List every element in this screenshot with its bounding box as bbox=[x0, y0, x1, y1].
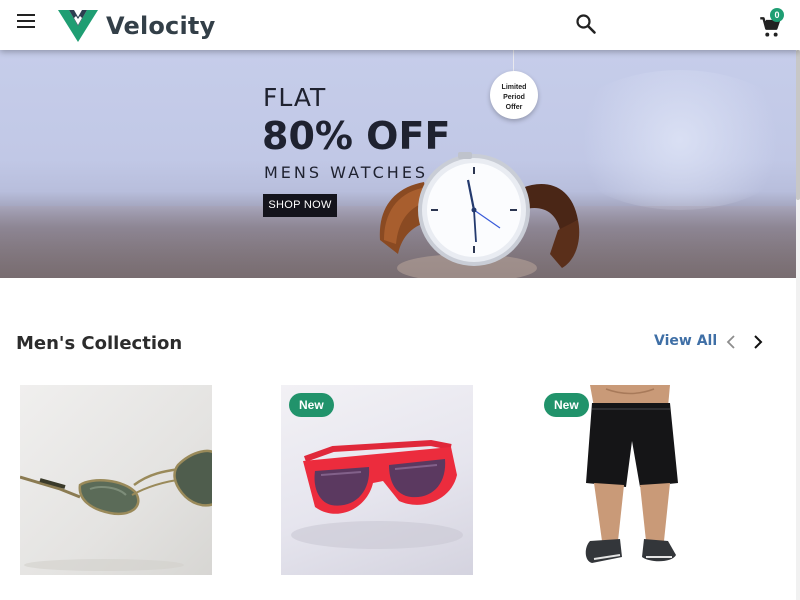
page-scrollbar[interactable] bbox=[796, 50, 800, 600]
new-badge: New bbox=[289, 393, 334, 417]
new-badge: New bbox=[544, 393, 589, 417]
chevron-left-icon[interactable] bbox=[724, 334, 740, 350]
banner-headline-flat: FLAT bbox=[263, 83, 327, 112]
wristwatch-image bbox=[379, 152, 580, 278]
top-app-bar: Velocity 0 bbox=[0, 0, 800, 50]
shop-now-button[interactable]: SHOP NOW bbox=[263, 194, 337, 217]
velocity-logo-icon[interactable] bbox=[58, 8, 98, 42]
promo-banner[interactable]: FLAT 80% OFF MENS WATCHES SHOP NOW Limit… bbox=[0, 50, 796, 278]
product-card-aviator-sunglasses[interactable] bbox=[20, 385, 212, 575]
offer-tag-line: Offer bbox=[505, 104, 523, 111]
aviator-sunglasses-image bbox=[20, 449, 212, 571]
view-all-link[interactable]: View All bbox=[654, 333, 717, 349]
limited-offer-tag: Limited Period Offer bbox=[490, 71, 538, 119]
search-icon[interactable] bbox=[574, 12, 598, 36]
brand-name[interactable]: Velocity bbox=[106, 12, 215, 40]
cart-count-badge: 0 bbox=[770, 8, 784, 22]
section-title: Men's Collection bbox=[16, 333, 183, 354]
chevron-right-icon[interactable] bbox=[750, 334, 766, 350]
scrollbar-thumb[interactable] bbox=[796, 50, 800, 200]
hamburger-menu-icon[interactable] bbox=[17, 14, 36, 32]
offer-tag-line: Limited bbox=[501, 84, 527, 91]
offer-tag-line: Period bbox=[503, 94, 525, 101]
offer-tag-string bbox=[513, 50, 514, 72]
